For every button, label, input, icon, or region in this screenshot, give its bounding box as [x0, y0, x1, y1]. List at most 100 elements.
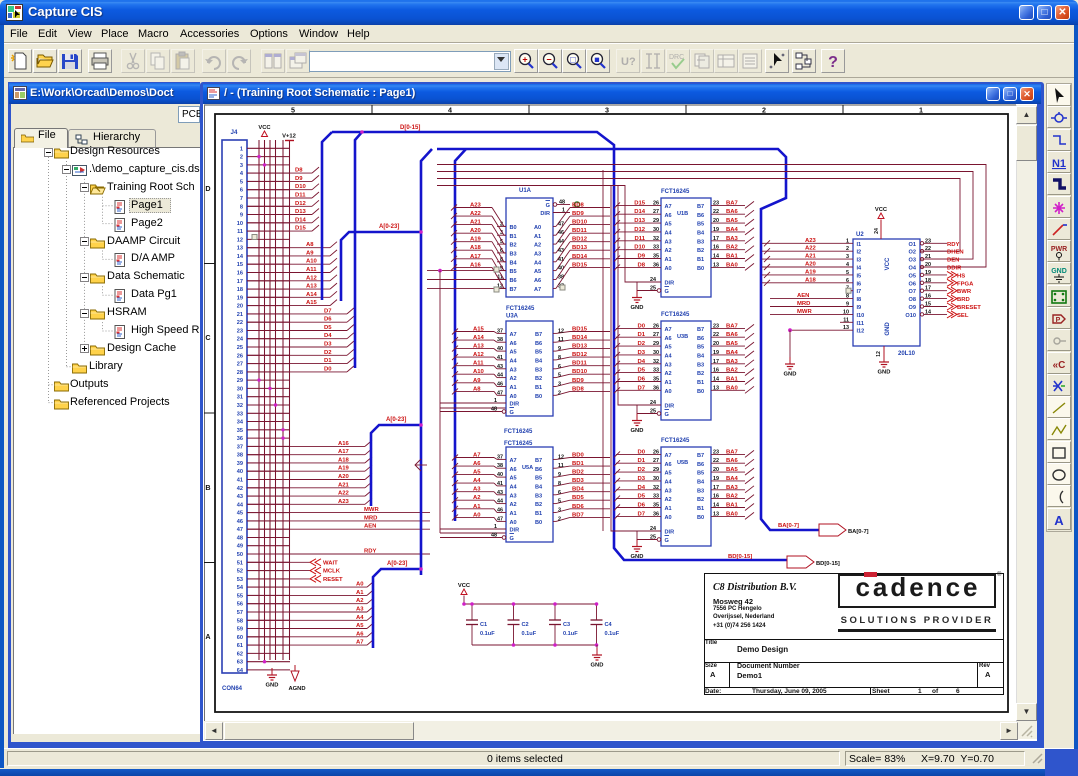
svg-text:12: 12: [876, 351, 882, 357]
svg-text:B: B: [205, 483, 210, 492]
svg-text:O1: O1: [909, 242, 916, 248]
svg-text:C4: C4: [605, 622, 613, 628]
svg-text:A6: A6: [510, 341, 517, 347]
svg-text:BA1: BA1: [726, 503, 739, 509]
svg-text:C2: C2: [522, 622, 529, 628]
svg-text:FCT16245: FCT16245: [504, 429, 533, 435]
svg-text:19: 19: [237, 295, 243, 301]
svg-text:46: 46: [497, 508, 503, 514]
svg-text:B3: B3: [697, 362, 704, 368]
svg-text:37: 37: [237, 444, 243, 450]
svg-text:A7: A7: [356, 640, 364, 646]
svg-text:GND: GND: [878, 370, 891, 376]
svg-text:O7: O7: [909, 289, 916, 295]
svg-text:U5B: U5B: [677, 460, 688, 466]
svg-text:D0: D0: [324, 366, 332, 372]
svg-text:A0: A0: [510, 394, 517, 400]
svg-text:A1: A1: [510, 385, 517, 391]
svg-text:A[0-23]: A[0-23]: [379, 224, 399, 230]
svg-text:A3: A3: [356, 607, 364, 613]
svg-text:15: 15: [925, 302, 931, 308]
svg-text:G: G: [510, 410, 514, 416]
svg-text:A4: A4: [534, 260, 542, 266]
svg-text:RDY: RDY: [947, 242, 960, 248]
svg-text:A2: A2: [510, 502, 517, 508]
svg-text:BD8: BD8: [572, 386, 585, 392]
svg-text:A0: A0: [665, 389, 672, 395]
svg-text:44: 44: [497, 499, 503, 505]
svg-text:DIR: DIR: [510, 528, 520, 534]
svg-text:VCC: VCC: [458, 583, 471, 589]
svg-text:2: 2: [240, 155, 243, 161]
svg-text:47: 47: [558, 221, 564, 227]
svg-text:13: 13: [713, 511, 719, 517]
svg-text:A2: A2: [534, 243, 541, 249]
svg-text:A6: A6: [665, 213, 672, 219]
svg-text:O6: O6: [909, 281, 916, 287]
svg-text:43: 43: [497, 490, 503, 496]
svg-text:FCT16245: FCT16245: [661, 438, 690, 444]
svg-text:VCC: VCC: [258, 125, 271, 131]
svg-text:SEL: SEL: [957, 313, 969, 319]
svg-text:38: 38: [497, 337, 503, 343]
svg-text:D0: D0: [637, 323, 645, 329]
svg-text:B2: B2: [697, 248, 704, 254]
svg-text:D3: D3: [324, 342, 332, 348]
svg-text:A2: A2: [665, 371, 672, 377]
svg-text:30: 30: [237, 386, 243, 392]
svg-text:17: 17: [713, 359, 719, 365]
svg-text:A17: A17: [338, 449, 350, 455]
svg-text:U1A: U1A: [519, 188, 532, 194]
svg-text:BA6: BA6: [726, 458, 739, 464]
svg-text:A4: A4: [356, 615, 364, 621]
svg-text:A22: A22: [805, 246, 817, 252]
svg-text:«C: «C: [1053, 360, 1066, 371]
svg-text:19: 19: [925, 270, 931, 276]
svg-text:PWR: PWR: [1051, 246, 1067, 253]
svg-text:U1B: U1B: [677, 211, 688, 217]
svg-text:5: 5: [558, 373, 561, 379]
svg-text:AEN: AEN: [797, 293, 809, 299]
svg-text:29: 29: [653, 218, 659, 224]
svg-text:A5: A5: [665, 471, 672, 477]
svg-text:47: 47: [497, 516, 503, 522]
svg-text:I11: I11: [857, 321, 864, 327]
svg-text:30: 30: [653, 227, 659, 233]
svg-text:1: 1: [494, 524, 497, 530]
svg-text:I12: I12: [857, 329, 865, 335]
svg-text:8: 8: [240, 204, 243, 210]
svg-text:A13: A13: [306, 284, 318, 290]
svg-text:A12: A12: [306, 275, 318, 281]
svg-text:BD[0-15]: BD[0-15]: [816, 561, 840, 567]
svg-text:BA0: BA0: [726, 385, 739, 391]
svg-text:BD11: BD11: [572, 361, 587, 367]
svg-text:B6: B6: [535, 341, 542, 347]
svg-text:FCT16245: FCT16245: [504, 441, 533, 447]
svg-text:B7: B7: [535, 458, 542, 464]
svg-text:A6: A6: [510, 467, 517, 473]
svg-text:I5: I5: [857, 273, 862, 279]
svg-text:12: 12: [558, 454, 564, 460]
svg-text:DHEN: DHEN: [947, 250, 964, 256]
svg-text:A0: A0: [534, 225, 541, 231]
svg-text:13: 13: [713, 385, 719, 391]
svg-text:BA[0-7]: BA[0-7]: [848, 529, 869, 535]
svg-text:B6: B6: [697, 462, 704, 468]
svg-text:B0: B0: [535, 520, 542, 526]
svg-text:B4: B4: [535, 484, 543, 490]
svg-text:D2: D2: [637, 467, 645, 473]
svg-text:B6: B6: [697, 336, 704, 342]
svg-text:A0: A0: [510, 520, 517, 526]
svg-text:46: 46: [237, 519, 243, 525]
svg-text:20: 20: [713, 218, 719, 224]
svg-text:30: 30: [653, 476, 659, 482]
svg-text:15: 15: [237, 262, 243, 268]
svg-text:34: 34: [237, 420, 244, 426]
svg-text:D15: D15: [634, 200, 646, 206]
svg-text:?: ?: [828, 54, 838, 71]
svg-text:40: 40: [497, 346, 503, 352]
svg-text:G: G: [510, 536, 514, 542]
svg-text:2: 2: [762, 106, 766, 115]
svg-text:RESET: RESET: [323, 577, 343, 583]
svg-text:B2: B2: [535, 502, 542, 508]
